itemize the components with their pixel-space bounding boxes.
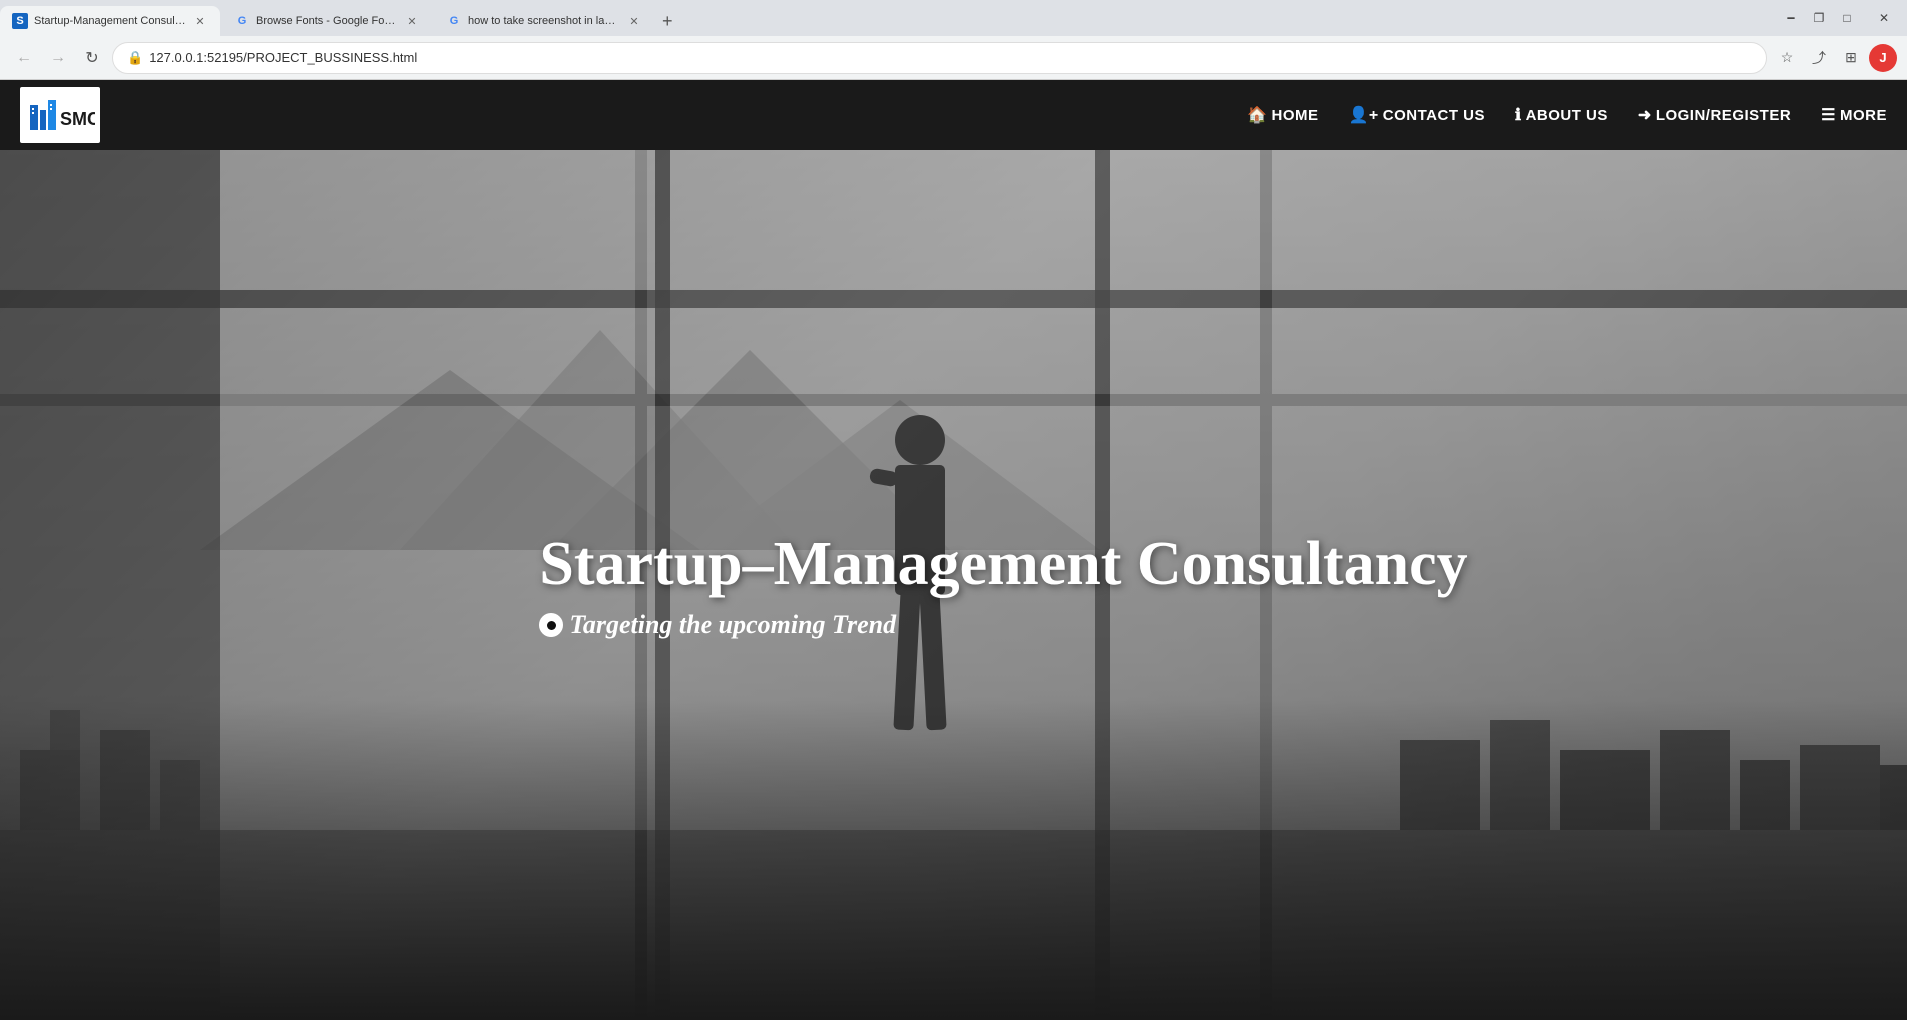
tab3-close[interactable]: ✕ (626, 13, 642, 29)
back-button[interactable]: ← (10, 44, 38, 72)
nav-more[interactable]: ☰ MORE (1821, 105, 1887, 125)
nav-more-label: MORE (1840, 107, 1887, 124)
target-icon (539, 613, 563, 637)
tab3-favicon: G (446, 13, 462, 29)
svg-text:SMC: SMC (60, 109, 95, 129)
nav-home-label: HOME (1272, 107, 1319, 124)
profile-avatar[interactable]: J (1869, 44, 1897, 72)
logo[interactable]: SMC (20, 87, 100, 143)
nav-links: 🏠 HOME 👤+ CONTACT US ℹ ABOUT US ➜ LOGIN/… (120, 105, 1887, 125)
split-screen-button[interactable]: ⊞ (1837, 44, 1865, 72)
address-bar[interactable]: 🔒 127.0.0.1:52195/PROJECT_BUSSINESS.html (112, 42, 1767, 74)
hero-content: Startup–Management Consultancy Targeting… (539, 530, 1467, 640)
minimize-button[interactable]: 🗕 (1777, 4, 1805, 32)
tab2-title: Browse Fonts - Google Fonts (256, 15, 398, 27)
lock-icon: 🔒 (127, 50, 143, 66)
nav-login-label: LOGIN/REGISTER (1656, 107, 1791, 124)
tab2-close[interactable]: ✕ (404, 13, 420, 29)
website-content: SMC 🏠 HOME 👤+ CONTACT US ℹ ABOUT US ➜ LO… (0, 80, 1907, 1020)
restore-button[interactable]: ❐ (1805, 4, 1833, 32)
tab2-favicon: G (234, 13, 250, 29)
hero-title: Startup–Management Consultancy (539, 530, 1467, 598)
hero-subtitle-text: Targeting the upcoming Trend (569, 610, 896, 640)
tab-3[interactable]: G how to take screenshot in lapto... ✕ (434, 6, 654, 36)
forward-button[interactable]: → (44, 44, 72, 72)
window-controls: 🗕 ❐ □ ✕ (1777, 6, 1907, 36)
bookmark-button[interactable]: ☆ (1773, 44, 1801, 72)
tab3-title: how to take screenshot in lapto... (468, 15, 620, 27)
nav-about[interactable]: ℹ ABOUT US (1515, 105, 1608, 125)
login-icon: ➜ (1638, 105, 1652, 125)
hero-section: Startup–Management Consultancy Targeting… (0, 150, 1907, 1020)
nav-contact-label: CONTACT US (1383, 107, 1485, 124)
new-tab-button[interactable]: + (654, 6, 681, 36)
target-inner (547, 621, 556, 630)
city-overlay (0, 700, 1907, 1020)
toolbar-icons: ☆ ⤴ ⊞ J (1773, 44, 1897, 72)
tab1-title: Startup-Management Consultan... (34, 15, 186, 27)
home-icon: 🏠 (1247, 105, 1267, 125)
tab-1[interactable]: S Startup-Management Consultan... ✕ (0, 6, 220, 36)
menu-icon: ☰ (1821, 105, 1836, 125)
nav-home[interactable]: 🏠 HOME (1247, 105, 1318, 125)
navbar: SMC 🏠 HOME 👤+ CONTACT US ℹ ABOUT US ➜ LO… (0, 80, 1907, 150)
maximize-button[interactable]: □ (1833, 4, 1861, 32)
share-button[interactable]: ⤴ (1805, 44, 1833, 72)
nav-contact[interactable]: 👤+ CONTACT US (1349, 105, 1485, 125)
contact-icon: 👤+ (1349, 105, 1379, 125)
tab1-favicon: S (12, 13, 28, 29)
tab-2[interactable]: G Browse Fonts - Google Fonts ✕ (222, 6, 432, 36)
logo-svg: SMC (25, 90, 95, 140)
close-button[interactable]: ✕ (1861, 4, 1907, 32)
nav-about-label: ABOUT US (1526, 107, 1608, 124)
tab1-close[interactable]: ✕ (192, 13, 208, 29)
browser-window: S Startup-Management Consultan... ✕ G Br… (0, 0, 1907, 80)
reload-button[interactable]: ↻ (78, 44, 106, 72)
info-icon: ℹ (1515, 105, 1522, 125)
hero-subtitle: Targeting the upcoming Trend (539, 610, 1467, 640)
nav-login[interactable]: ➜ LOGIN/REGISTER (1638, 105, 1791, 125)
url-text: 127.0.0.1:52195/PROJECT_BUSSINESS.html (149, 50, 1752, 65)
